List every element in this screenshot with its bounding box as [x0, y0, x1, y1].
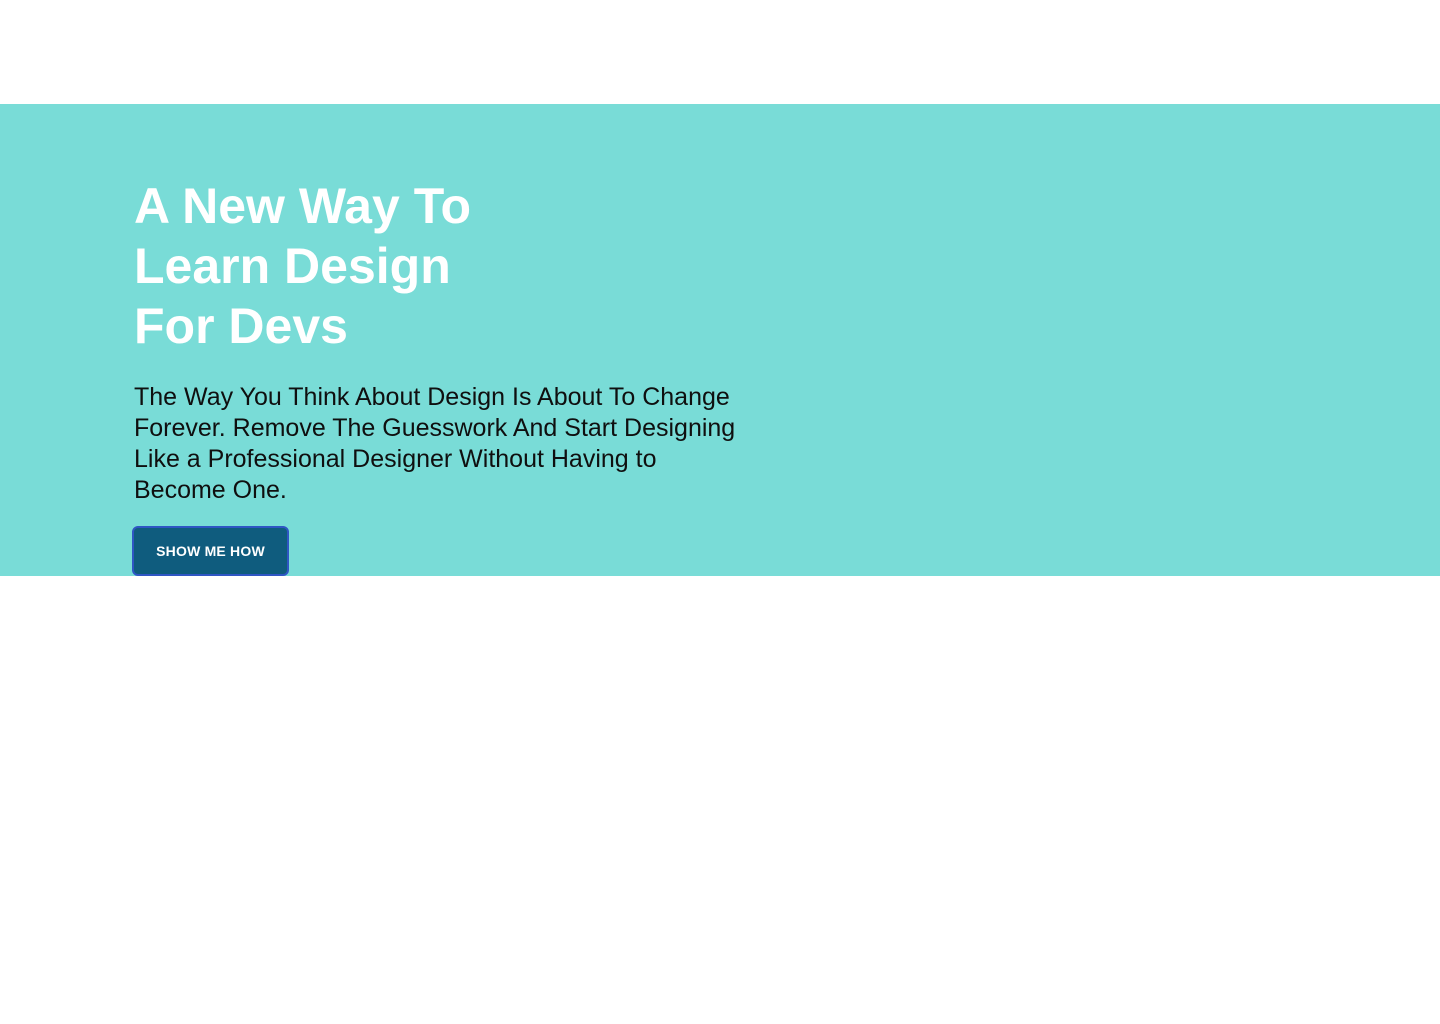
hero-content: A New Way To Learn Design For Devs The W…: [132, 176, 754, 576]
page: A New Way To Learn Design For Devs The W…: [0, 0, 1440, 1024]
hero-title-line-1: A New Way To: [134, 178, 472, 234]
show-me-how-button[interactable]: SHOW ME HOW: [132, 526, 289, 576]
hero-title: A New Way To Learn Design For Devs: [134, 176, 754, 356]
hero-section: A New Way To Learn Design For Devs The W…: [0, 104, 1440, 576]
hero-title-line-2: Learn Design: [134, 238, 451, 294]
hero-subtitle: The Way You Think About Design Is About …: [134, 383, 736, 504]
top-spacer: [0, 0, 1440, 104]
hero-title-line-3: For Devs: [134, 298, 348, 354]
